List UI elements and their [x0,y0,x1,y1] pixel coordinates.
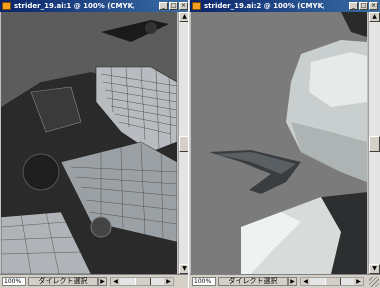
horizontal-scrollbar[interactable]: ◀ ▶ [110,277,174,286]
artboard-canvas[interactable] [191,12,367,274]
window-titlebar[interactable]: strider_19.ai:2 @ 100% (CMYK/プレビュー) _ □ … [190,0,380,12]
maximize-button[interactable]: □ [359,2,368,10]
hscroll-thumb[interactable] [135,278,151,285]
horizontal-scrollbar[interactable]: ◀ ▶ [300,277,364,286]
illustrator-doc-icon [2,2,11,10]
window-title: strider_19.ai:1 @ 100% (CMYK/アウトライン) [14,2,134,10]
tool-status-field[interactable]: ダイレクト選択 [28,277,98,286]
scroll-left-arrow[interactable]: ◀ [301,278,310,285]
minimize-button[interactable]: _ [349,2,358,10]
vertical-scrollbar[interactable]: ▲ ▼ [368,12,380,274]
status-menu-arrow[interactable]: ▶ [98,277,107,286]
motorcycle-outline-artwork [1,12,177,274]
motorcycle-preview-artwork [191,12,367,274]
illustrator-doc-icon [192,2,201,10]
status-menu-arrow[interactable]: ▶ [288,277,297,286]
scroll-up-arrow[interactable]: ▲ [369,12,380,22]
close-button[interactable]: × [179,2,188,10]
hscroll-thumb[interactable] [325,278,341,285]
window-title: strider_19.ai:2 @ 100% (CMYK/プレビュー) [204,2,324,10]
scroll-left-arrow[interactable]: ◀ [111,278,120,285]
zoom-field[interactable]: 100% [2,277,26,286]
scroll-right-arrow[interactable]: ▶ [354,278,363,285]
document-window-preview: strider_19.ai:2 @ 100% (CMYK/プレビュー) _ □ … [190,0,380,288]
status-bar: 100% ダイレクト選択 ▶ ◀ ▶ [0,274,190,288]
zoom-field[interactable]: 100% [192,277,216,286]
scroll-down-arrow[interactable]: ▼ [369,264,380,274]
scroll-right-arrow[interactable]: ▶ [164,278,173,285]
tool-status-field[interactable]: ダイレクト選択 [218,277,288,286]
window-titlebar[interactable]: strider_19.ai:1 @ 100% (CMYK/アウトライン) _ □… [0,0,190,12]
scroll-thumb[interactable] [369,136,380,152]
status-bar: 100% ダイレクト選択 ▶ ◀ ▶ [190,274,380,288]
resize-grip[interactable] [369,277,379,287]
document-window-outline: strider_19.ai:1 @ 100% (CMYK/アウトライン) _ □… [0,0,190,288]
minimize-button[interactable]: _ [159,2,168,10]
close-button[interactable]: × [369,2,378,10]
artboard-canvas[interactable] [1,12,177,274]
maximize-button[interactable]: □ [169,2,178,10]
